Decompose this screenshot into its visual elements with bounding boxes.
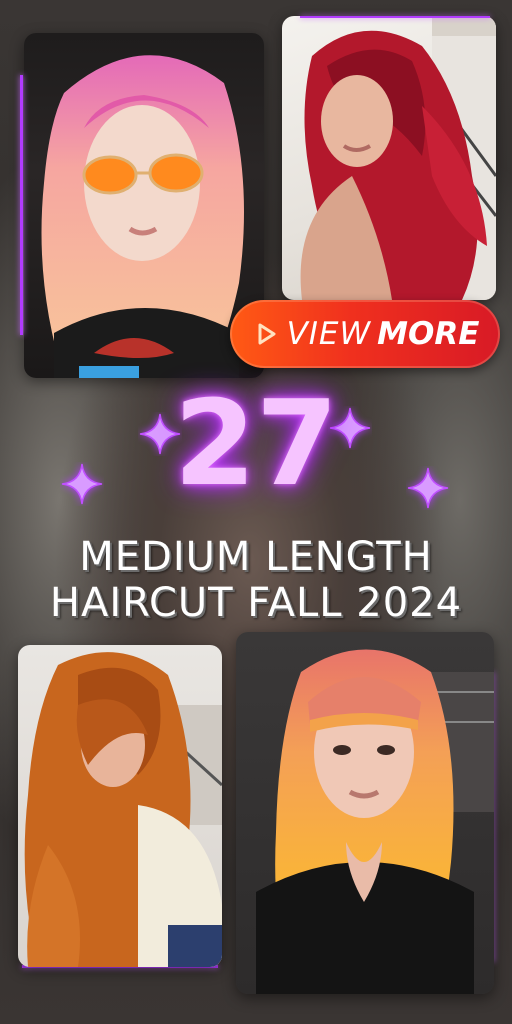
view-more-label-more: MORE (377, 316, 480, 352)
view-more-button[interactable]: VIEW MORE (230, 300, 500, 368)
photo-copper-hair-art (24, 652, 222, 967)
view-more-label-view: VIEW (286, 316, 372, 352)
headline-line-2: HAIRCUT FALL 2024 (49, 580, 463, 626)
photo-pink-hair-art (41, 55, 244, 378)
photo-red-hair[interactable] (282, 16, 496, 300)
headline: MEDIUM LENGTH HAIRCUT FALL 2024 (0, 534, 512, 626)
neon-line-top (300, 16, 490, 18)
photo-orange-yellow-hair-art (256, 649, 494, 994)
neon-line-left (20, 75, 23, 335)
play-icon (258, 323, 276, 345)
photo-copper-hair[interactable] (18, 645, 222, 967)
headline-line-1: MEDIUM LENGTH (79, 534, 433, 580)
photo-red-hair-art (300, 16, 496, 300)
photo-pink-hair[interactable] (24, 33, 264, 378)
count-number: 27 (173, 374, 339, 512)
photo-orange-yellow-hair[interactable] (236, 632, 494, 994)
